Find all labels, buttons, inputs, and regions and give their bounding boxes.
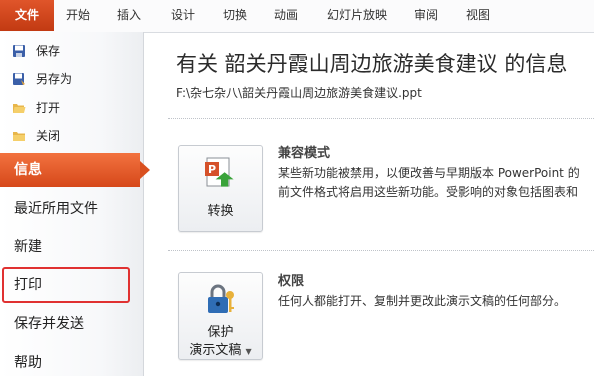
convert-button[interactable]: P 转换 <box>178 145 263 232</box>
close-folder-icon <box>13 132 25 141</box>
info-panel: 有关 韶关丹霞山周边旅游美食建议 的信息 F:\杂七杂八\韶关丹霞山周边旅游美食… <box>144 32 594 376</box>
tab-animations[interactable]: 动画 <box>274 0 298 31</box>
divider <box>168 118 594 119</box>
nav-info[interactable]: 信息 <box>0 153 150 187</box>
divider <box>168 250 594 251</box>
nav-recent-files[interactable]: 最近所用文件 <box>0 192 140 226</box>
convert-label: 转换 <box>207 204 234 219</box>
tab-home[interactable]: 开始 <box>66 0 90 31</box>
save-as-icon <box>13 73 25 85</box>
tab-view[interactable]: 视图 <box>466 0 490 31</box>
chevron-down-icon: ▼ <box>245 347 252 356</box>
svg-text:P: P <box>208 163 216 176</box>
compat-text-line1: 某些新功能被禁用，以便改善与早期版本 PowerPoint 的 <box>278 166 580 180</box>
save-label: 保存 <box>36 44 61 58</box>
save-as-label: 另存为 <box>36 72 73 86</box>
close-label: 关闭 <box>36 129 61 143</box>
print-highlight-box <box>2 267 130 303</box>
convert-icon: P <box>205 157 234 187</box>
tab-slideshow[interactable]: 幻灯片放映 <box>327 0 387 31</box>
tab-transitions[interactable]: 切换 <box>223 0 247 31</box>
tab-review[interactable]: 审阅 <box>414 0 438 31</box>
tab-insert[interactable]: 插入 <box>117 0 141 31</box>
open-label: 打开 <box>36 101 61 115</box>
permissions-text: 任何人都能打开、复制并更改此演示文稿的任何部分。 <box>278 294 567 308</box>
ribbon-tab-bar: 文件 开始 插入 设计 切换 动画 幻灯片放映 审阅 视图 <box>0 0 594 33</box>
presentation-label: 演示文稿 ▼ <box>189 343 252 358</box>
nav-help[interactable]: 帮助 <box>0 346 140 380</box>
nav-new[interactable]: 新建 <box>0 230 140 264</box>
open-folder-icon <box>13 104 26 113</box>
file-path: F:\杂七杂八\韶关丹霞山周边旅游美食建议.ppt <box>176 86 422 100</box>
compat-heading: 兼容模式 <box>278 146 331 161</box>
page-title: 有关 韶关丹霞山周边旅游美食建议 的信息 <box>176 52 568 76</box>
nav-save-and-send[interactable]: 保存并发送 <box>0 307 140 341</box>
lock-key-icon <box>208 284 234 313</box>
tab-file[interactable]: 文件 <box>0 0 54 31</box>
protect-label: 保护 <box>207 325 234 340</box>
backstage-nav: 保存 另存为 打开 关闭 信息 最近所用文件 新建 打印 保存并发送 帮助 <box>0 32 150 376</box>
compat-text-line2: 前文件格式将启用这些新功能。受影响的对象包括图表和 <box>278 185 579 199</box>
protect-presentation-button[interactable]: 保护 演示文稿 ▼ <box>178 272 263 360</box>
save-icon <box>13 45 25 57</box>
permissions-heading: 权限 <box>278 274 305 289</box>
tab-design[interactable]: 设计 <box>171 0 195 31</box>
